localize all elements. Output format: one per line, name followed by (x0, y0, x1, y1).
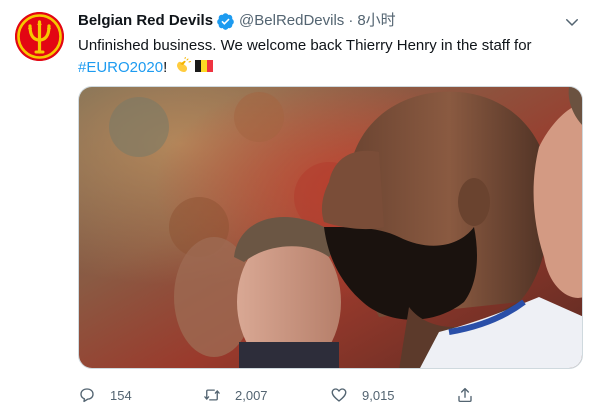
belgium-flag-emoji-icon (195, 57, 214, 75)
separator-dot: · (348, 12, 354, 29)
display-name[interactable]: Belgian Red Devils (78, 11, 213, 31)
tweet-actions: 154 2,007 9,015 (78, 383, 583, 407)
like-button[interactable]: 9,015 (330, 383, 395, 407)
tweet-text-suffix: ! (163, 59, 168, 76)
share-button[interactable] (456, 383, 488, 407)
tweet-header: Belgian Red Devils @BelRedDevils · 8小时 (78, 11, 396, 31)
tweet-text: Unfinished business. We welcome back Thi… (78, 35, 578, 79)
verified-badge-icon (216, 12, 235, 31)
reply-button[interactable]: 154 (78, 383, 132, 407)
share-icon (458, 387, 472, 403)
avatar[interactable] (15, 12, 64, 61)
retweet-button[interactable]: 2,007 (203, 383, 268, 407)
tweet[interactable]: Belgian Red Devils @BelRedDevils · 8小时 U… (0, 0, 595, 415)
heart-icon (331, 388, 347, 402)
clapping-hands-emoji-icon (174, 57, 192, 75)
reply-count: 154 (110, 387, 132, 403)
reply-icon (80, 388, 94, 403)
tweet-text-line: Unfinished business. We welcome back Thi… (78, 37, 532, 54)
retweet-icon (204, 389, 220, 401)
handle[interactable]: @BelRedDevils (239, 11, 344, 31)
chevron-down-icon (566, 19, 578, 26)
red-devils-trident-logo-icon (15, 12, 64, 61)
more-options-button[interactable] (560, 10, 584, 34)
hashtag-link[interactable]: #EURO2020 (78, 59, 163, 76)
photo-thierry-henry-icon (79, 87, 582, 368)
retweet-count: 2,007 (235, 387, 268, 403)
tweet-photo[interactable] (78, 86, 583, 369)
timestamp[interactable]: 8小时 (357, 11, 395, 31)
like-count: 9,015 (362, 387, 395, 403)
